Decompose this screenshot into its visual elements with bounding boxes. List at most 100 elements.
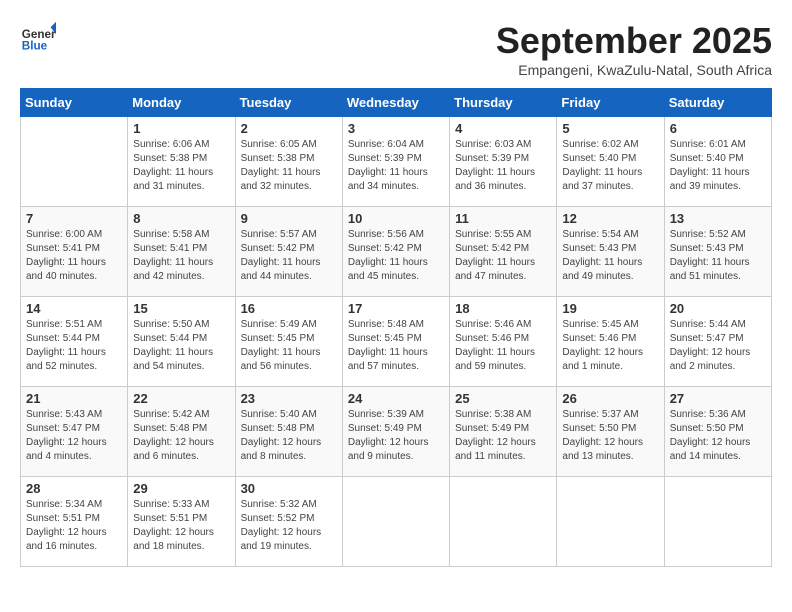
calendar-cell: 13Sunrise: 5:52 AM Sunset: 5:43 PM Dayli… (664, 207, 771, 297)
calendar-cell (450, 477, 557, 567)
day-info: Sunrise: 5:42 AM Sunset: 5:48 PM Dayligh… (133, 408, 229, 464)
calendar-cell (664, 477, 771, 567)
day-info: Sunrise: 5:40 AM Sunset: 5:48 PM Dayligh… (241, 408, 337, 464)
calendar-week-row: 7 Sunrise: 6:00 AM Sunset: 5:41 PM Daylig… (21, 207, 772, 297)
day-number: 4 (455, 121, 551, 136)
day-number: 27 (670, 391, 766, 406)
day-info: Sunrise: 5:37 AM Sunset: 5:50 PM Dayligh… (562, 408, 658, 464)
day-of-week-thursday: Thursday (450, 89, 557, 117)
day-of-week-wednesday: Wednesday (342, 89, 449, 117)
calendar-cell: 25 Sunrise: 5:38 AM Sunset: 5:49 PM Dayli… (450, 387, 557, 477)
calendar-cell: 21Sunrise: 5:43 AM Sunset: 5:47 PM Dayli… (21, 387, 128, 477)
calendar-cell: 2Sunrise: 6:05 AM Sunset: 5:38 PM Daylig… (235, 117, 342, 207)
day-number: 11 (455, 211, 551, 226)
calendar-cell: 15Sunrise: 5:50 AM Sunset: 5:44 PM Dayli… (128, 297, 235, 387)
day-number: 2 (241, 121, 337, 136)
calendar-cell (21, 117, 128, 207)
calendar-cell: 8 Sunrise: 5:58 AM Sunset: 5:41 PM Daylig… (128, 207, 235, 297)
day-info: Sunrise: 5:32 AM Sunset: 5:52 PM Dayligh… (241, 498, 337, 554)
calendar-cell: 17 Sunrise: 5:48 AM Sunset: 5:45 PM Dayli… (342, 297, 449, 387)
day-info: Sunrise: 5:39 AM Sunset: 5:49 PM Dayligh… (348, 408, 444, 464)
calendar-cell: 29Sunrise: 5:33 AM Sunset: 5:51 PM Dayli… (128, 477, 235, 567)
calendar-cell: 6 Sunrise: 6:01 AM Sunset: 5:40 PM Daylig… (664, 117, 771, 207)
calendar-cell: 24 Sunrise: 5:39 AM Sunset: 5:49 PM Dayli… (342, 387, 449, 477)
title-area: September 2025 Empangeni, KwaZulu-Natal,… (496, 20, 772, 78)
day-info: Sunrise: 5:38 AM Sunset: 5:49 PM Dayligh… (455, 408, 551, 464)
calendar-cell: 16 Sunrise: 5:49 AM Sunset: 5:45 PM Dayli… (235, 297, 342, 387)
day-number: 12 (562, 211, 658, 226)
calendar-cell: 23 Sunrise: 5:40 AM Sunset: 5:48 PM Dayli… (235, 387, 342, 477)
day-number: 18 (455, 301, 551, 316)
logo-icon: General Blue (20, 20, 56, 56)
day-number: 7 (26, 211, 122, 226)
calendar-cell: 4Sunrise: 6:03 AM Sunset: 5:39 PM Daylig… (450, 117, 557, 207)
day-number: 25 (455, 391, 551, 406)
calendar-cell: 27Sunrise: 5:36 AM Sunset: 5:50 PM Dayli… (664, 387, 771, 477)
day-number: 26 (562, 391, 658, 406)
calendar-cell: 20 Sunrise: 5:44 AM Sunset: 5:47 PM Dayli… (664, 297, 771, 387)
day-number: 24 (348, 391, 444, 406)
day-number: 29 (133, 481, 229, 496)
svg-text:Blue: Blue (22, 40, 48, 53)
day-info: Sunrise: 6:00 AM Sunset: 5:41 PM Dayligh… (26, 228, 122, 284)
day-info: Sunrise: 5:52 AM Sunset: 5:43 PM Dayligh… (670, 228, 766, 284)
day-of-week-tuesday: Tuesday (235, 89, 342, 117)
calendar-week-row: 21Sunrise: 5:43 AM Sunset: 5:47 PM Dayli… (21, 387, 772, 477)
calendar-cell (342, 477, 449, 567)
calendar-cell: 5 Sunrise: 6:02 AM Sunset: 5:40 PM Daylig… (557, 117, 664, 207)
day-number: 16 (241, 301, 337, 316)
day-number: 30 (241, 481, 337, 496)
day-info: Sunrise: 5:44 AM Sunset: 5:47 PM Dayligh… (670, 318, 766, 374)
day-info: Sunrise: 5:55 AM Sunset: 5:42 PM Dayligh… (455, 228, 551, 284)
day-info: Sunrise: 5:45 AM Sunset: 5:46 PM Dayligh… (562, 318, 658, 374)
calendar-header-row: SundayMondayTuesdayWednesdayThursdayFrid… (21, 89, 772, 117)
day-info: Sunrise: 6:02 AM Sunset: 5:40 PM Dayligh… (562, 138, 658, 194)
day-info: Sunrise: 5:54 AM Sunset: 5:43 PM Dayligh… (562, 228, 658, 284)
day-of-week-sunday: Sunday (21, 89, 128, 117)
day-number: 5 (562, 121, 658, 136)
day-number: 6 (670, 121, 766, 136)
calendar-cell: 3 Sunrise: 6:04 AM Sunset: 5:39 PM Daylig… (342, 117, 449, 207)
day-info: Sunrise: 5:58 AM Sunset: 5:41 PM Dayligh… (133, 228, 229, 284)
day-info: Sunrise: 5:48 AM Sunset: 5:45 PM Dayligh… (348, 318, 444, 374)
calendar-cell: 22 Sunrise: 5:42 AM Sunset: 5:48 PM Dayli… (128, 387, 235, 477)
day-number: 14 (26, 301, 122, 316)
day-number: 19 (562, 301, 658, 316)
calendar-cell: 14Sunrise: 5:51 AM Sunset: 5:44 PM Dayli… (21, 297, 128, 387)
calendar-cell: 12 Sunrise: 5:54 AM Sunset: 5:43 PM Dayli… (557, 207, 664, 297)
calendar-cell: 28Sunrise: 5:34 AM Sunset: 5:51 PM Dayli… (21, 477, 128, 567)
day-info: Sunrise: 5:50 AM Sunset: 5:44 PM Dayligh… (133, 318, 229, 374)
calendar-week-row: 14Sunrise: 5:51 AM Sunset: 5:44 PM Dayli… (21, 297, 772, 387)
calendar-table: SundayMondayTuesdayWednesdayThursdayFrid… (20, 88, 772, 567)
day-of-week-monday: Monday (128, 89, 235, 117)
day-number: 1 (133, 121, 229, 136)
calendar-cell: 19 Sunrise: 5:45 AM Sunset: 5:46 PM Dayli… (557, 297, 664, 387)
day-number: 8 (133, 211, 229, 226)
day-number: 17 (348, 301, 444, 316)
month-title: September 2025 (496, 20, 772, 62)
day-number: 10 (348, 211, 444, 226)
header: General Blue September 2025 Empangeni, K… (20, 20, 772, 78)
logo: General Blue (20, 20, 60, 56)
day-number: 9 (241, 211, 337, 226)
calendar-cell: 26 Sunrise: 5:37 AM Sunset: 5:50 PM Dayli… (557, 387, 664, 477)
day-info: Sunrise: 5:49 AM Sunset: 5:45 PM Dayligh… (241, 318, 337, 374)
calendar-cell: 10Sunrise: 5:56 AM Sunset: 5:42 PM Dayli… (342, 207, 449, 297)
calendar-week-row: 1Sunrise: 6:06 AM Sunset: 5:38 PM Daylig… (21, 117, 772, 207)
calendar-week-row: 28Sunrise: 5:34 AM Sunset: 5:51 PM Dayli… (21, 477, 772, 567)
calendar-cell: 9 Sunrise: 5:57 AM Sunset: 5:42 PM Daylig… (235, 207, 342, 297)
day-number: 20 (670, 301, 766, 316)
day-info: Sunrise: 6:01 AM Sunset: 5:40 PM Dayligh… (670, 138, 766, 194)
day-info: Sunrise: 6:04 AM Sunset: 5:39 PM Dayligh… (348, 138, 444, 194)
calendar-cell: 11 Sunrise: 5:55 AM Sunset: 5:42 PM Dayli… (450, 207, 557, 297)
calendar-cell: 30 Sunrise: 5:32 AM Sunset: 5:52 PM Dayli… (235, 477, 342, 567)
day-number: 21 (26, 391, 122, 406)
calendar-cell: 7 Sunrise: 6:00 AM Sunset: 5:41 PM Daylig… (21, 207, 128, 297)
day-number: 23 (241, 391, 337, 406)
day-number: 3 (348, 121, 444, 136)
calendar-cell (557, 477, 664, 567)
subtitle: Empangeni, KwaZulu-Natal, South Africa (496, 62, 772, 78)
day-info: Sunrise: 5:34 AM Sunset: 5:51 PM Dayligh… (26, 498, 122, 554)
day-number: 22 (133, 391, 229, 406)
day-info: Sunrise: 5:57 AM Sunset: 5:42 PM Dayligh… (241, 228, 337, 284)
